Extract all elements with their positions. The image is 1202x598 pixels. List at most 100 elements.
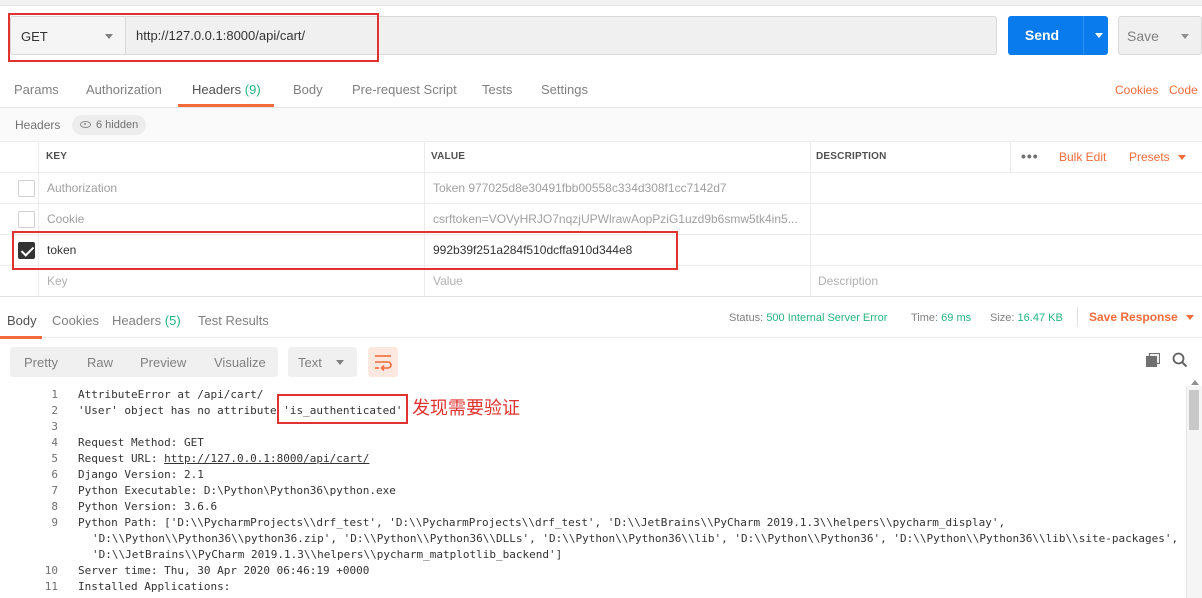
- save-response-dropdown[interactable]: Save Response: [1089, 310, 1194, 324]
- hidden-headers-toggle[interactable]: 6 hidden: [72, 115, 147, 135]
- size-value: 16.47 KB: [1017, 312, 1063, 324]
- tab-response-body[interactable]: Body: [7, 313, 37, 328]
- row-enable-checkbox[interactable]: [18, 180, 35, 197]
- line-text: Request URL: http://127.0.0.1:8000/api/c…: [78, 451, 369, 467]
- line-number: 5: [51, 452, 58, 465]
- hidden-headers-count: 6 hidden: [96, 119, 139, 131]
- tab-body[interactable]: Body: [293, 82, 323, 97]
- scrollbar-thumb[interactable]: [1189, 390, 1199, 430]
- tab-tests[interactable]: Tests: [482, 82, 512, 97]
- line-text: 'D:\\Python\\Python36\\python36.zip', 'D…: [92, 532, 1179, 545]
- tab-response-headers-label: Headers: [112, 313, 162, 328]
- tab-pre-request-script[interactable]: Pre-request Script: [352, 82, 457, 97]
- tab-authorization[interactable]: Authorization: [86, 82, 162, 97]
- response-body-code: 1 AttributeError at /api/cart/ 2 'User' ob…: [0, 386, 1186, 598]
- size-label: Size:: [990, 312, 1015, 324]
- line-number: 6: [51, 468, 58, 481]
- view-visualize-button[interactable]: Visualize: [214, 355, 266, 370]
- line-number: 10: [44, 564, 58, 577]
- line-text: 'D:\\JetBrains\\PyCharm 2019.1.3\\helper…: [92, 548, 563, 561]
- table-row: Authorization Token 977025d8e30491fbb005…: [0, 173, 1202, 204]
- new-description-input[interactable]: Description: [818, 274, 878, 288]
- line-text: Django Version: 2.1: [78, 468, 204, 481]
- time-label: Time:: [911, 312, 939, 324]
- header-key-cell[interactable]: Cookie: [47, 212, 417, 226]
- response-view-toolbar: Pretty Raw Preview Visualize Text: [0, 338, 1202, 384]
- header-value-cell[interactable]: csrftoken=VOVyHRJO7nqzjUPWlrawAopPziG1uz…: [433, 212, 805, 226]
- chevron-down-icon: [1185, 315, 1194, 320]
- tab-settings[interactable]: Settings: [541, 82, 588, 97]
- header-key-cell[interactable]: Authorization: [47, 181, 417, 195]
- new-value-input[interactable]: Value: [433, 274, 463, 288]
- view-preview-button[interactable]: Preview: [140, 355, 186, 370]
- time-value: 69 ms: [941, 312, 972, 324]
- row-enable-checkbox[interactable]: [18, 211, 35, 228]
- copy-icon[interactable]: [1146, 353, 1160, 367]
- tab-response-headers[interactable]: Headers (5): [112, 313, 181, 328]
- column-value: VALUE: [431, 151, 466, 162]
- new-header-row: Key Value Description: [0, 266, 1202, 297]
- line-text: Python Path: ['D:\\PycharmProjects\\drf_…: [78, 516, 1006, 529]
- line-text: Server time: Thu, 30 Apr 2020 06:46:19 +…: [78, 564, 370, 577]
- headers-section-label: Headers: [15, 118, 61, 132]
- request-tabs: Params Authorization Headers (9) Body Pr…: [0, 70, 1202, 108]
- tab-response-headers-count: (5): [164, 313, 181, 328]
- line-number: 7: [51, 484, 58, 497]
- wrap-lines-button[interactable]: [368, 347, 398, 377]
- format-select[interactable]: Text: [288, 347, 357, 377]
- bulk-edit-link[interactable]: Bulk Edit: [1059, 150, 1106, 164]
- response-status: Status: 500 Internal Server Error: [729, 312, 887, 324]
- view-pretty-button[interactable]: Pretty: [24, 355, 58, 370]
- more-options-icon[interactable]: •••: [1021, 148, 1039, 164]
- scroll-up-icon[interactable]: [1191, 380, 1199, 385]
- line-text: Request Method: GET: [78, 436, 204, 449]
- line-number: 4: [51, 436, 58, 449]
- headers-section-header: Headers 6 hidden: [0, 108, 1202, 142]
- line-number: 11: [44, 580, 58, 593]
- tab-test-results[interactable]: Test Results: [198, 313, 269, 328]
- tab-response-cookies[interactable]: Cookies: [52, 313, 99, 328]
- wrap-lines-icon: [375, 355, 392, 372]
- annotation-box-token-row: [12, 231, 678, 270]
- presets-dropdown[interactable]: Presets: [1129, 150, 1186, 164]
- new-key-input[interactable]: Key: [47, 274, 68, 288]
- send-button[interactable]: Send: [1008, 16, 1108, 55]
- status-label: Status:: [729, 312, 764, 324]
- status-value: 500 Internal Server Error: [766, 312, 888, 324]
- code-link[interactable]: Code: [1169, 83, 1198, 97]
- tab-headers[interactable]: Headers (9): [192, 82, 261, 97]
- view-raw-button[interactable]: Raw: [87, 355, 113, 370]
- line-text: Python Executable: D:\Python\Python36\py…: [78, 484, 396, 497]
- request-url-link[interactable]: http://127.0.0.1:8000/api/cart/: [164, 452, 369, 465]
- column-description: DESCRIPTION: [816, 151, 887, 162]
- response-size: Size: 16.47 KB: [990, 312, 1063, 324]
- header-value-cell[interactable]: Token 977025d8e30491fbb00558c334d308f1cc…: [433, 181, 803, 195]
- search-icon[interactable]: [1172, 352, 1188, 368]
- headers-table-head: KEY VALUE DESCRIPTION ••• Bulk Edit Pres…: [0, 142, 1202, 173]
- save-response-label: Save Response: [1089, 310, 1178, 324]
- line-number: 8: [51, 500, 58, 513]
- tab-params[interactable]: Params: [14, 82, 59, 97]
- send-options-chevron-icon[interactable]: [1095, 33, 1103, 38]
- send-label: Send: [1024, 27, 1060, 43]
- presets-label: Presets: [1129, 150, 1170, 164]
- cookies-link[interactable]: Cookies: [1115, 83, 1158, 97]
- tab-headers-label: Headers: [192, 82, 242, 97]
- tab-headers-count: (9): [244, 82, 261, 97]
- response-tabs: Body Cookies Headers (5) Test Results St…: [0, 296, 1202, 339]
- column-key: KEY: [46, 151, 68, 162]
- chevron-down-icon: [336, 360, 344, 365]
- vertical-scrollbar[interactable]: [1186, 380, 1202, 598]
- send-divider: [1083, 16, 1084, 55]
- save-button[interactable]: Save: [1118, 16, 1202, 55]
- eye-icon: [80, 121, 91, 128]
- tab-strip: [0, 0, 1202, 6]
- save-options-chevron-icon[interactable]: [1181, 34, 1189, 39]
- line-text: AttributeError at /api/cart/: [78, 388, 264, 401]
- format-value: Text: [298, 355, 322, 370]
- active-tab-indicator: [178, 104, 274, 107]
- save-label: Save: [1127, 28, 1159, 44]
- line-text-prefix: Request URL:: [78, 452, 165, 465]
- annotation-note: 发现需要验证: [412, 398, 520, 419]
- line-number: 3: [51, 420, 58, 433]
